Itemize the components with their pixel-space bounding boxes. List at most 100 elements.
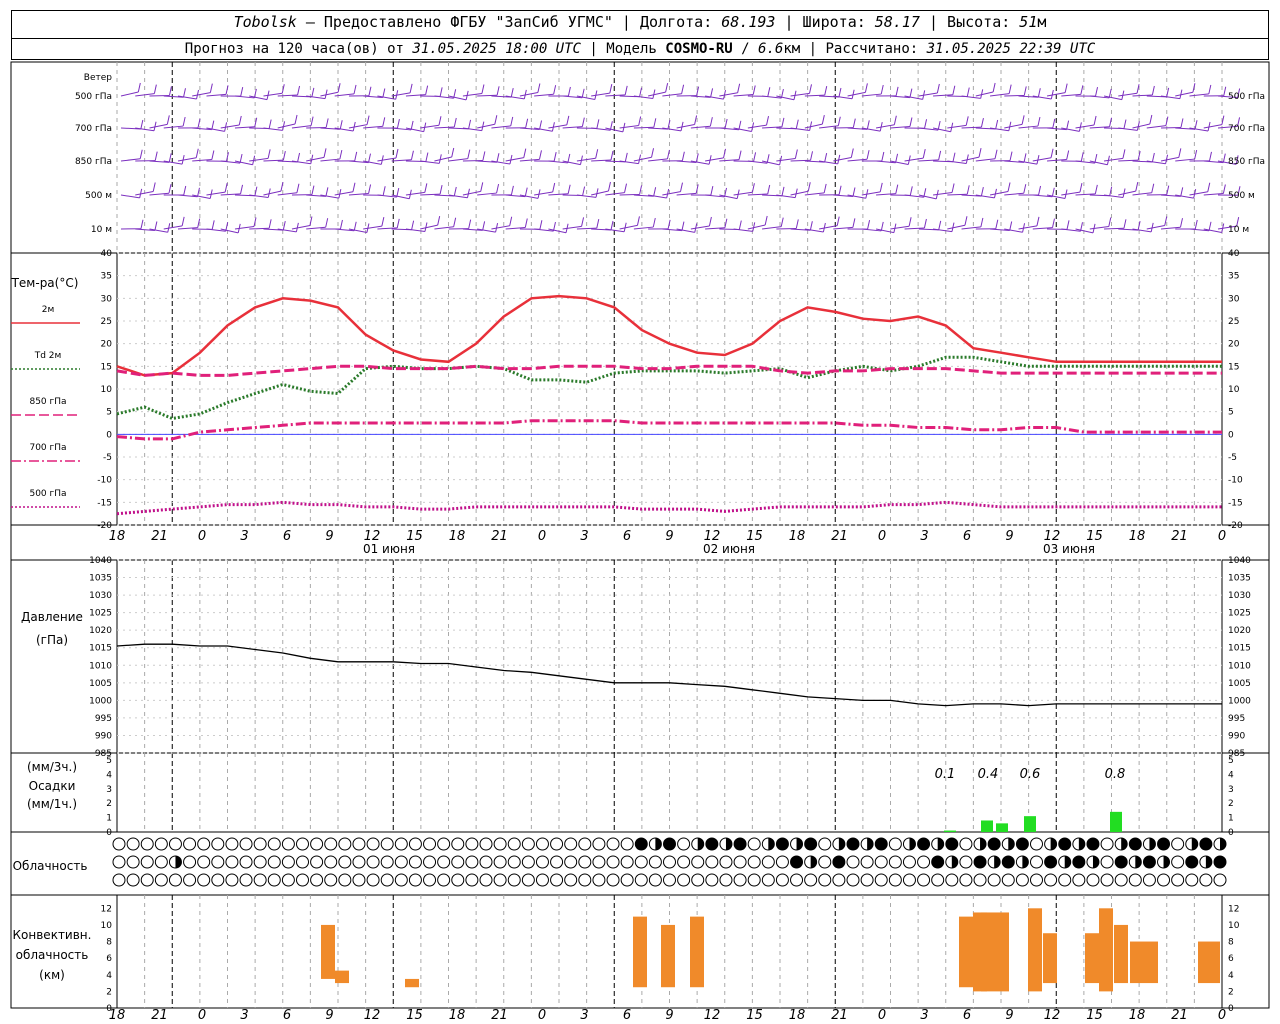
cloud-symbol bbox=[394, 873, 408, 887]
wind-barb-feather bbox=[297, 152, 301, 163]
cloud-symbol bbox=[338, 873, 352, 887]
pressure-tick-left: 1000 bbox=[89, 696, 112, 706]
cloud-symbol bbox=[366, 855, 380, 869]
pressure-tick-right: 1025 bbox=[1228, 609, 1251, 619]
conv-title-1: Конвективн. bbox=[13, 928, 92, 942]
wind-barb-feather bbox=[924, 119, 928, 129]
time-axis-bottom-hour-label: 21 bbox=[1171, 1008, 1188, 1023]
cloud-symbol bbox=[959, 837, 973, 851]
wind-barb-feather bbox=[1108, 88, 1112, 99]
time-axis-top-hour-label: 0 bbox=[1218, 529, 1226, 544]
wind-barb-feather bbox=[240, 87, 244, 97]
cloud-symbol bbox=[719, 873, 733, 887]
cloud-symbol bbox=[677, 855, 691, 869]
cloud-symbol bbox=[592, 855, 606, 869]
wind-barb-feather bbox=[183, 185, 187, 196]
wind-barb-feather bbox=[994, 149, 998, 159]
pressure-tick-right: 990 bbox=[1228, 731, 1245, 741]
wind-barb-feather bbox=[809, 121, 813, 131]
wind-barb-feather bbox=[636, 216, 640, 226]
wind-barb bbox=[633, 95, 653, 99]
wind-barb bbox=[648, 91, 666, 97]
conv-bar bbox=[1130, 941, 1158, 984]
precip-tick-left: 5 bbox=[106, 756, 112, 766]
wind-barb-feather bbox=[781, 117, 785, 127]
time-axis-top-hour-label: 6 bbox=[963, 529, 971, 544]
conv-tick-left: 6 bbox=[106, 954, 112, 964]
wind-barb-feather bbox=[267, 188, 271, 198]
pressure-tick-left: 1035 bbox=[89, 574, 112, 584]
pressure-unit: (гПа) bbox=[36, 633, 68, 647]
wind-barb-feather bbox=[852, 187, 856, 197]
conv-bar bbox=[981, 912, 1009, 992]
cloud-symbol-fill bbox=[1092, 856, 1099, 868]
time-axis-bottom-hour-label: 3 bbox=[580, 1008, 588, 1023]
conv-tick-right: 8 bbox=[1228, 938, 1234, 948]
time-axis-bottom-hour-label: 18 bbox=[449, 1008, 466, 1023]
cloud-symbol-fill bbox=[994, 856, 1001, 868]
wind-barb-feather bbox=[1194, 219, 1198, 230]
wind-barb-feather bbox=[653, 187, 657, 197]
wind-barb-feather bbox=[1052, 218, 1055, 228]
cloud-symbol bbox=[154, 855, 168, 869]
wind-barb bbox=[1160, 95, 1180, 100]
wind-barb-feather bbox=[453, 117, 457, 128]
cloud-symbol bbox=[1114, 855, 1128, 869]
wind-barb-feather bbox=[524, 187, 528, 197]
wind-barb-feather bbox=[439, 87, 443, 97]
cloud-symbol bbox=[493, 837, 507, 851]
wind-barb-feather bbox=[607, 181, 611, 192]
wind-barb-feather bbox=[240, 184, 244, 194]
wind-barb-feather bbox=[610, 150, 614, 161]
wind-barb-feather bbox=[724, 118, 728, 129]
wind-barb-feather bbox=[168, 153, 172, 163]
wind-barb-feather bbox=[866, 120, 870, 130]
pressure-tick-right: 1010 bbox=[1228, 661, 1251, 671]
wind-barb bbox=[961, 156, 980, 162]
wind-barb-feather bbox=[1122, 188, 1126, 198]
cloud-symbol bbox=[197, 837, 211, 851]
time-axis-bottom-hour-label: 12 bbox=[364, 1008, 381, 1023]
time-axis-bottom-hour-label: 18 bbox=[789, 1008, 806, 1023]
cloud-symbol bbox=[846, 855, 860, 869]
cloud-symbol-fill bbox=[1121, 838, 1128, 850]
time-axis-bottom-hour-label: 9 bbox=[325, 1008, 333, 1023]
cloud-symbol bbox=[606, 873, 620, 887]
wind-barb-feather bbox=[1064, 83, 1068, 93]
wind-barb-feather bbox=[881, 151, 885, 162]
temp-legend-label: 500 гПа bbox=[29, 489, 66, 499]
cloud-symbol bbox=[1072, 873, 1086, 887]
cloud-symbol bbox=[253, 837, 267, 851]
wind-level-right: 850 гПа bbox=[1228, 157, 1265, 167]
cloud-symbol bbox=[648, 873, 662, 887]
time-axis-bottom-hour-label: 15 bbox=[1086, 1008, 1103, 1023]
cloud-symbol bbox=[296, 855, 309, 869]
pressure-tick-left: 1040 bbox=[89, 556, 112, 566]
time-axis-top-hour-label: 6 bbox=[283, 529, 291, 544]
time-axis-top-hour-label: 3 bbox=[580, 529, 588, 544]
wind-barb-feather bbox=[965, 116, 969, 126]
precip-tick-left: 1 bbox=[106, 814, 112, 824]
cloud-symbol-fill bbox=[1163, 856, 1170, 868]
pressure-tick-left: 1020 bbox=[89, 626, 112, 636]
wind-barb-feather bbox=[980, 89, 984, 99]
wind-level-left: 700 гПа bbox=[75, 124, 112, 134]
wind-barb bbox=[576, 194, 597, 198]
cloud-symbol bbox=[1185, 855, 1199, 869]
wind-barb-feather bbox=[566, 115, 570, 125]
cloud-symbol bbox=[888, 855, 902, 869]
cloud-symbol bbox=[521, 855, 535, 869]
cloud-symbol bbox=[211, 837, 225, 851]
cloud-symbol bbox=[394, 855, 408, 869]
cloud-symbol bbox=[1128, 873, 1142, 887]
wind-level-right: 700 гПа bbox=[1228, 124, 1265, 134]
cloud-symbol bbox=[521, 837, 535, 851]
cloud-symbol bbox=[267, 837, 281, 851]
wind-barb-feather bbox=[539, 220, 543, 230]
wind-barb-feather bbox=[553, 85, 557, 95]
cloud-symbol-fill bbox=[655, 838, 662, 850]
wind-barbs bbox=[120, 82, 1241, 234]
cloud-symbol bbox=[719, 855, 733, 869]
cloud-symbol bbox=[733, 855, 747, 869]
wind-barb-feather bbox=[810, 151, 814, 161]
